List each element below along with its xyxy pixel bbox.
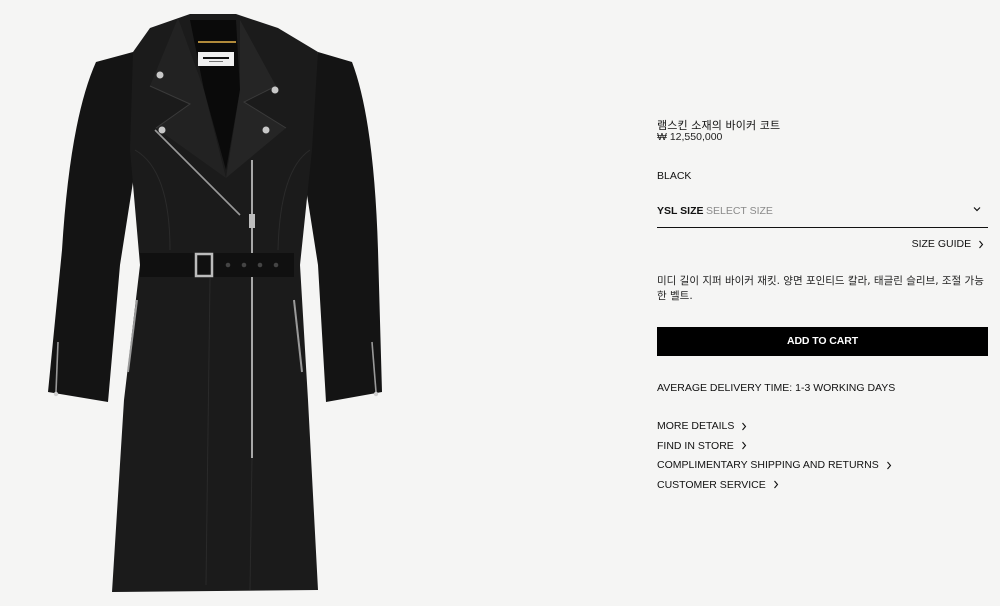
chevron-down-icon bbox=[973, 207, 981, 212]
link-label: CUSTOMER SERVICE bbox=[657, 478, 766, 491]
more-details-link[interactable]: MORE DETAILS bbox=[657, 420, 892, 440]
size-guide-link[interactable]: SIZE GUIDE bbox=[912, 238, 984, 250]
product-price: ₩ 12,550,000 bbox=[657, 131, 723, 143]
size-guide-label: SIZE GUIDE bbox=[911, 238, 972, 250]
product-description: 미디 길이 지퍼 바이커 재킷. 양면 포인티드 칼라, 태글린 슬리브, 조절… bbox=[657, 275, 984, 302]
product-info-panel: 램스킨 소재의 바이커 코트 ₩ 12,550,000 BLACK YSL SI… bbox=[657, 0, 988, 606]
product-image[interactable] bbox=[0, 0, 640, 606]
link-label: FIND IN STORE bbox=[657, 439, 734, 452]
link-label: COMPLIMENTARY SHIPPING AND RETURNS bbox=[657, 459, 879, 471]
chevron-right-icon bbox=[742, 422, 747, 431]
chevron-right-icon bbox=[773, 480, 778, 489]
link-label: MORE DETAILS bbox=[657, 420, 735, 432]
size-placeholder: SELECT SIZE bbox=[706, 205, 773, 217]
find-in-store-link[interactable]: FIND IN STORE bbox=[657, 440, 892, 460]
size-label: YSL SIZE bbox=[657, 205, 704, 217]
add-to-cart-button[interactable]: ADD TO CART bbox=[657, 327, 988, 356]
delivery-time: AVERAGE DELIVERY TIME: 1-3 WORKING DAYS bbox=[657, 382, 896, 394]
chevron-right-icon bbox=[979, 240, 984, 249]
info-links: MORE DETAILS FIND IN STORE COMPLIMENTARY… bbox=[657, 420, 892, 498]
chevron-right-icon bbox=[886, 461, 891, 470]
shipping-returns-link[interactable]: COMPLIMENTARY SHIPPING AND RETURNS bbox=[657, 459, 892, 479]
size-select[interactable]: YSL SIZE SELECT SIZE bbox=[657, 197, 988, 228]
product-color: BLACK bbox=[657, 170, 692, 182]
chevron-right-icon bbox=[741, 441, 746, 450]
customer-service-link[interactable]: CUSTOMER SERVICE bbox=[657, 479, 892, 499]
coat-image bbox=[48, 14, 382, 592]
